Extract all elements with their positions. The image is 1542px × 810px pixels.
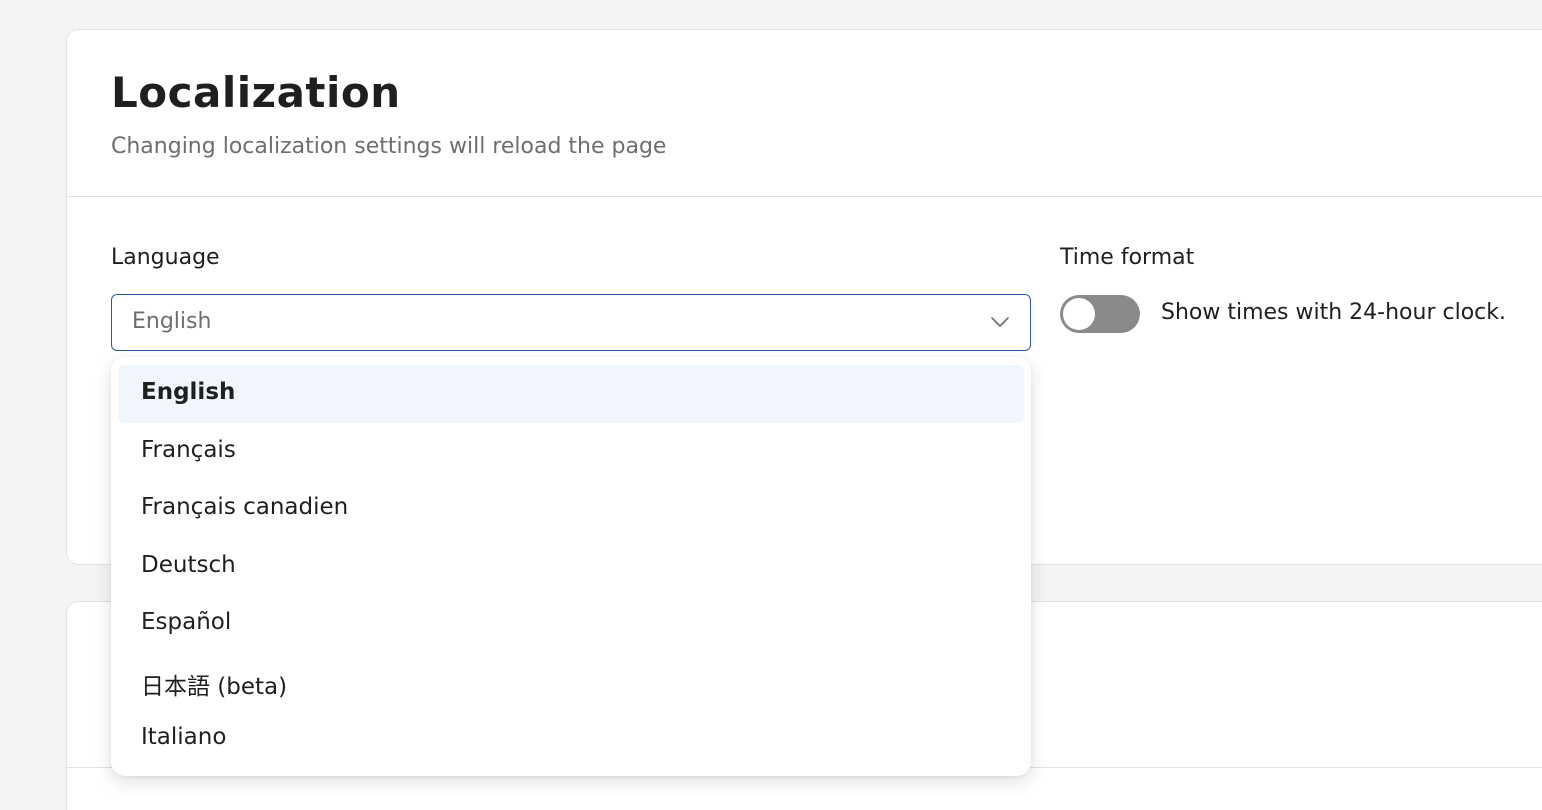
settings-page: Localization Changing localization setti… (0, 0, 1542, 810)
24-hour-clock-label: Show times with 24-hour clock. (1161, 300, 1506, 325)
language-option-italiano[interactable]: Italiano (118, 710, 1024, 768)
language-option-deutsch[interactable]: Deutsch (118, 538, 1024, 596)
chevron-down-icon (991, 317, 1009, 327)
toggle-knob (1063, 298, 1095, 330)
page-title: Localization (111, 68, 401, 117)
option-label: Deutsch (141, 551, 236, 578)
option-label: Français canadien (141, 494, 349, 520)
language-option-francais[interactable]: Français (118, 423, 1024, 481)
language-option-english[interactable]: English (118, 365, 1024, 423)
option-label: Italiano (141, 724, 227, 750)
option-label: Español (141, 609, 232, 635)
card-header: Localization Changing localization setti… (67, 30, 1542, 197)
language-option-japanese[interactable]: 日本語 (beta) (118, 653, 1024, 711)
option-label: 日本語 (beta) (141, 673, 288, 700)
language-dropdown-menu: English Français Français canadien Deuts… (111, 357, 1031, 776)
24-hour-clock-toggle[interactable] (1060, 295, 1140, 333)
page-subtitle: Changing localization settings will relo… (111, 134, 667, 159)
language-select[interactable]: English (111, 294, 1031, 351)
language-option-espanol[interactable]: Español (118, 595, 1024, 653)
time-format-label: Time format (1060, 245, 1195, 270)
option-label: Français (141, 436, 236, 463)
language-select-value: English (132, 309, 212, 334)
language-option-francais-canadien[interactable]: Français canadien (118, 480, 1024, 538)
language-label: Language (111, 245, 220, 270)
option-label: English (141, 379, 236, 405)
